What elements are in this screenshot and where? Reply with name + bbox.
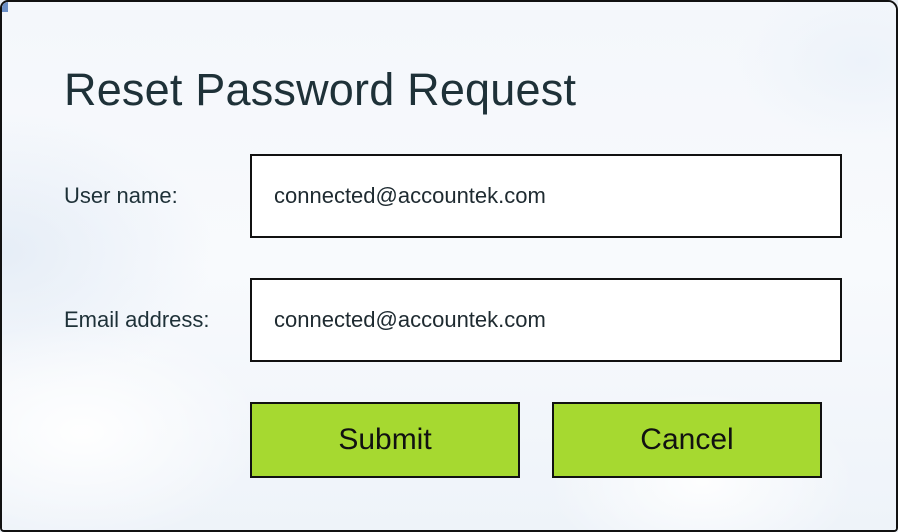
- cancel-button[interactable]: Cancel: [552, 402, 822, 478]
- window-corner-accent: [2, 2, 8, 12]
- reset-password-dialog: Reset Password Request User name: Email …: [0, 0, 898, 532]
- username-input[interactable]: [250, 154, 842, 238]
- username-label: User name:: [64, 183, 178, 208]
- dialog-title: Reset Password Request: [64, 64, 577, 115]
- submit-button[interactable]: Submit: [250, 402, 520, 478]
- email-label: Email address:: [64, 307, 210, 332]
- email-input[interactable]: [250, 278, 842, 362]
